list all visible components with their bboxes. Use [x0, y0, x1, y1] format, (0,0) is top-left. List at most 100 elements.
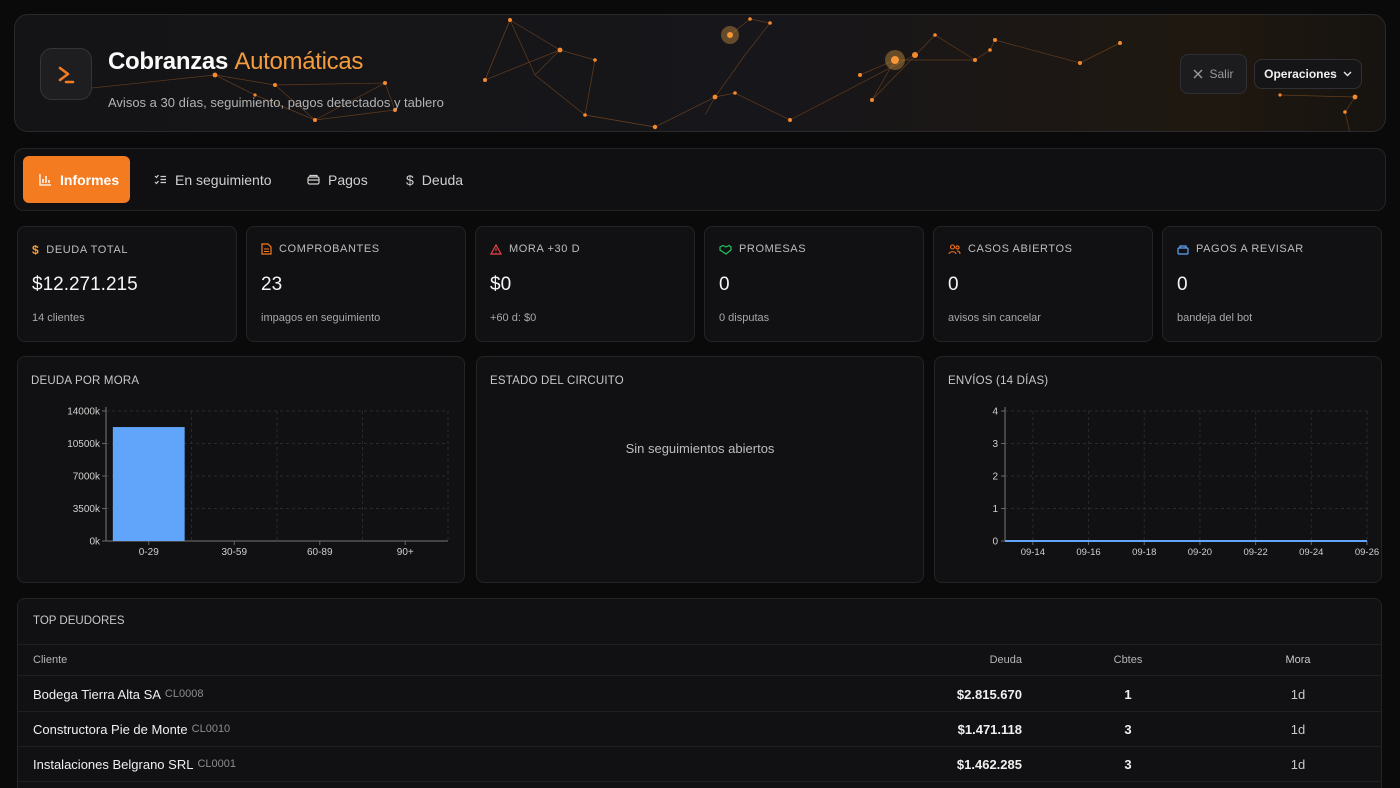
kpi-card: CASOS ABIERTOS 0 avisos sin cancelar — [933, 226, 1153, 342]
tab-label: Deuda — [421, 171, 464, 188]
y-tick-label: 14000k — [67, 407, 101, 418]
handshake-icon — [719, 244, 732, 255]
tab-informes[interactable]: Informes — [23, 156, 130, 203]
terminal-logo-icon — [58, 66, 75, 84]
client-name: Bodega Tierra Alta SA — [33, 686, 161, 702]
page-subtitle: Avisos a 30 días, seguimiento, pagos det… — [108, 95, 444, 110]
x-tick-label: 09-24 — [1299, 547, 1323, 558]
circuit-status-panel: ESTADO DEL CIRCUITO Sin seguimientos abi… — [476, 356, 924, 583]
y-tick-label: 7000k — [73, 472, 101, 483]
kpi-card: PROMESAS 0 0 disputas — [704, 226, 924, 342]
delay-cell: 1d — [1290, 756, 1306, 772]
checklist-icon — [154, 173, 167, 186]
kpi-label-text: DEUDA TOTAL — [46, 244, 129, 256]
document-icon — [261, 243, 272, 255]
delay-cell: 1d — [1290, 686, 1306, 702]
y-tick-label: 0k — [89, 537, 101, 548]
debt-by-delay-chart: 0k 3500k 7000k 10500k 14000k 0-29 30-59 60-89 90… — [67, 407, 449, 558]
kpi-subtext: avisos sin cancelar — [948, 312, 1041, 324]
kpi-label-text: COMPROBANTES — [279, 243, 380, 255]
chevron-down-icon — [1343, 71, 1352, 77]
logout-button[interactable]: Salir — [1180, 54, 1247, 94]
kpi-subtext: impagos en seguimiento — [261, 312, 381, 324]
kpi-subtext: 0 disputas — [719, 312, 770, 324]
y-tick-label: 10500k — [67, 439, 101, 450]
page-title: Cobranzas Automáticas — [108, 48, 363, 76]
kpi-subtext: +60 d: $0 — [490, 312, 537, 324]
title-main: Cobranzas — [108, 48, 228, 75]
column-header-delay[interactable]: Mora — [1278, 645, 1318, 675]
debt-cell: $2.815.670 — [956, 686, 1022, 702]
wallet-icon — [307, 173, 320, 186]
y-tick-label: 3 — [992, 439, 998, 450]
tab-bar: Informes En seguimiento Pagos $ Deuda — [14, 148, 1386, 211]
client-cell: Constructora Pie de Monte CL0010 — [33, 712, 230, 746]
sends-panel: ENVÍOS (14 DÍAS) 0 1 2 3 4 09-14 09-16 09-18 09-… — [934, 356, 1382, 583]
client-code: CL0010 — [191, 723, 231, 735]
client-cell: Instalaciones Belgrano SRL CL0001 — [33, 747, 236, 781]
kpi-card: $ DEUDA TOTAL $12.271.215 14 clientes — [17, 226, 237, 342]
kpi-subtext: bandeja del bot — [1177, 312, 1253, 324]
users-icon — [948, 243, 961, 255]
table-row[interactable]: Bodega Tierra Alta SA CL0008 $2.815.670 … — [18, 677, 1381, 712]
bar — [112, 427, 185, 541]
operations-label: Operaciones — [1264, 67, 1337, 81]
tab-label: En seguimiento — [175, 171, 272, 188]
operations-dropdown[interactable]: Operaciones — [1254, 59, 1362, 89]
debt-by-delay-panel: DEUDA POR MORA 0k 3500k 7000k 10500k 14000k 0… — [17, 356, 465, 583]
inbox-icon — [1177, 244, 1189, 255]
tab-pagos[interactable]: Pagos — [291, 156, 384, 203]
tab-deuda[interactable]: $ Deuda — [390, 156, 479, 203]
top-debtors-table: TOP DEUDORES Cliente Deuda Cbtes Mora Bo… — [17, 598, 1382, 788]
dollar-icon: $ — [406, 171, 414, 188]
sends-chart: 0 1 2 3 4 09-14 09-16 09-18 09-20 09-22 09-24 09-26 — [992, 407, 1379, 559]
tab-en-seguimiento[interactable]: En seguimiento — [138, 156, 288, 203]
table-title: TOP DEUDORES — [33, 615, 125, 627]
table-row[interactable]: Constructora Pie de Monte CL0010 $1.471.… — [18, 712, 1381, 747]
empty-state-message: Sin seguimientos abiertos — [625, 441, 775, 456]
x-tick-label: 09-16 — [1076, 547, 1100, 558]
client-cell: Bodega Tierra Alta SA CL0008 — [33, 677, 203, 711]
client-name: Instalaciones Belgrano SRL — [33, 756, 194, 772]
panel-title: ESTADO DEL CIRCUITO — [490, 375, 624, 387]
delay-cell: 1d — [1290, 721, 1306, 737]
kpi-value: 0 — [1177, 274, 1188, 295]
kpi-label: PAGOS A REVISAR — [1177, 243, 1304, 255]
column-header-vouchers[interactable]: Cbtes — [1108, 645, 1148, 675]
debt-cell: $1.462.285 — [956, 756, 1022, 772]
kpi-label: PROMESAS — [719, 243, 806, 255]
kpi-card: COMPROBANTES 23 impagos en seguimiento — [246, 226, 466, 342]
x-tick-label: 09-14 — [1021, 547, 1045, 558]
warning-icon — [490, 243, 502, 255]
y-tick-label: 4 — [992, 407, 998, 418]
debt-cell: $1.471.118 — [957, 721, 1022, 737]
kpi-value: 23 — [261, 274, 283, 295]
title-accent: Automáticas — [234, 48, 364, 75]
x-tick-label: 90+ — [397, 547, 414, 558]
close-icon — [1193, 69, 1203, 79]
y-tick-label: 1 — [992, 504, 998, 515]
kpi-label: CASOS ABIERTOS — [948, 243, 1073, 255]
app-logo — [40, 48, 92, 100]
vouchers-cell: 3 — [1124, 756, 1132, 772]
x-tick-label: 09-20 — [1188, 547, 1212, 558]
kpi-label: COMPROBANTES — [261, 243, 380, 255]
client-code: CL0008 — [164, 688, 204, 700]
kpi-value: 0 — [719, 274, 730, 295]
x-tick-label: 09-26 — [1355, 547, 1379, 558]
kpi-label: $ DEUDA TOTAL — [32, 243, 128, 257]
kpi-value: 0 — [948, 274, 959, 295]
column-header-debt[interactable]: Deuda — [990, 645, 1022, 675]
client-name: Constructora Pie de Monte — [33, 721, 188, 737]
kpi-label-text: PROMESAS — [739, 243, 807, 255]
vouchers-cell: 3 — [1124, 721, 1132, 737]
kpi-label-text: MORA +30 D — [509, 243, 581, 255]
logout-label: Salir — [1209, 67, 1234, 81]
kpi-label-text: CASOS ABIERTOS — [968, 243, 1073, 255]
tab-label: Informes — [60, 171, 120, 188]
kpi-card: MORA +30 D $0 +60 d: $0 — [475, 226, 695, 342]
table-row[interactable]: Instalaciones Belgrano SRL CL0001 $1.462… — [18, 747, 1381, 782]
kpi-card: PAGOS A REVISAR 0 bandeja del bot — [1162, 226, 1382, 342]
column-header-client[interactable]: Cliente — [33, 645, 67, 675]
y-tick-label: 0 — [992, 537, 998, 548]
